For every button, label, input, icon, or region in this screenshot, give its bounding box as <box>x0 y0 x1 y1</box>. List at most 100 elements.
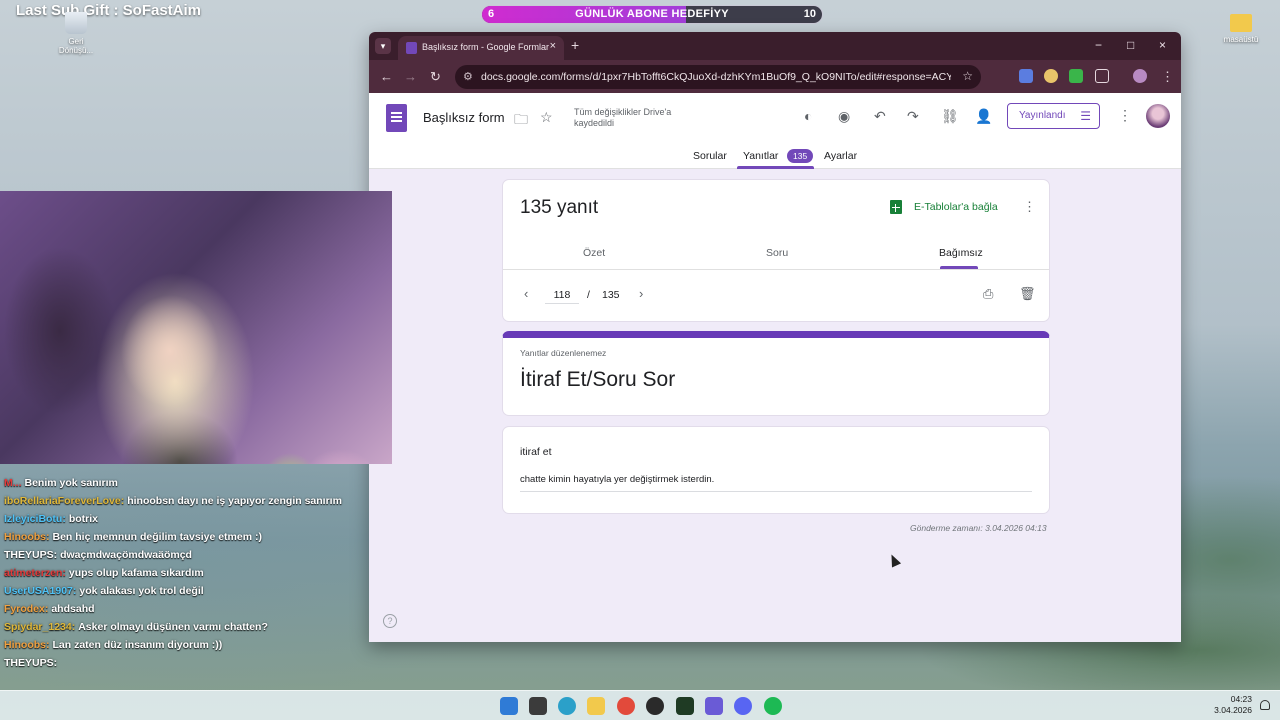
move-folder-icon[interactable]: 🗀 <box>514 109 528 133</box>
pager-separator: / <box>587 289 590 301</box>
question-card: itiraf et chatte kimin hayatıyla yer değ… <box>502 426 1050 514</box>
next-response-icon[interactable]: › <box>639 286 643 301</box>
chat-text: Ben hiç memnun değilim tavsiye etmem :) <box>52 531 262 543</box>
chat-message: THEYUPS: dwaçmdwaçömdwaäömçd <box>0 548 368 562</box>
bookmark-star-icon[interactable]: ☆ <box>962 69 973 83</box>
active-tab-indicator <box>737 166 814 169</box>
save-status: Tüm değişiklikler Drive'a kaydedildi <box>574 107 672 128</box>
form-title-card: Yanıtlar düzenlenemez İtiraf Et/Soru Sor <box>502 331 1050 416</box>
chat-message: Hinoobs: Ben hiç memnun değilim tavsiye e… <box>0 530 368 544</box>
responses-count-title: 135 yanıt <box>520 197 599 218</box>
discord-icon[interactable] <box>734 697 752 715</box>
edge-icon[interactable] <box>558 697 576 715</box>
translate-extension-icon[interactable] <box>1019 69 1033 83</box>
chat-text: botrix <box>68 513 99 525</box>
tab-search-button[interactable]: ▾ <box>375 38 391 54</box>
browser-menu-icon[interactable]: ⋮ <box>1161 69 1174 85</box>
site-info-icon[interactable]: ⚙ <box>463 70 473 83</box>
folder-desktop-icon[interactable]: masaüstü <box>1217 12 1265 44</box>
file-explorer-icon[interactable] <box>587 697 605 715</box>
google-forms-logo-icon[interactable] <box>386 104 407 132</box>
extension-icon[interactable] <box>1044 69 1058 83</box>
published-button[interactable]: Yayınlandı ☰ <box>1007 103 1100 129</box>
tab-question[interactable]: Soru <box>766 247 788 259</box>
customize-theme-icon[interactable]: ◐ <box>804 108 812 124</box>
system-clock[interactable]: 04:23 3.04.2026 <box>1214 694 1252 716</box>
task-view-icon[interactable] <box>529 697 547 715</box>
help-icon[interactable]: ? <box>383 614 397 628</box>
browser-window: ▾ Başlıksız form - Google Formlar × + − … <box>369 32 1181 642</box>
chat-message: Hinoobs: Lan zaten düz insanım diyorum :)… <box>0 638 368 652</box>
subscriber-goal-bar: 6 GÜNLÜK ABONE HEDEFİYY 10 <box>481 5 823 24</box>
extension-icon-green[interactable] <box>1069 69 1083 83</box>
profile-avatar-icon[interactable] <box>1133 69 1147 83</box>
publish-settings-icon: ☰ <box>1080 109 1091 123</box>
responses-card: 135 yanıt E-Tablolar'a bağla ⋮ Özet Soru… <box>502 179 1050 322</box>
tab-close-icon[interactable]: × <box>550 40 556 52</box>
forms-favicon-icon <box>406 42 417 54</box>
back-icon[interactable]: ← <box>380 69 393 84</box>
question-answer: chatte kimin hayatıyla yer değiştirmek i… <box>520 474 1032 492</box>
chat-text: yok alakası yok trol değil <box>79 585 204 597</box>
print-icon[interactable]: ⎙ <box>983 286 993 302</box>
add-collaborator-icon[interactable]: 👤 <box>975 108 992 125</box>
tab-title: Başlıksız form - Google Formlar <box>422 42 550 52</box>
browser-tab-active[interactable]: Başlıksız form - Google Formlar × <box>398 36 564 60</box>
notification-bell-icon[interactable] <box>1260 700 1270 710</box>
tab-summary[interactable]: Özet <box>583 247 605 259</box>
app-icon-green[interactable] <box>676 697 694 715</box>
sheets-icon[interactable] <box>890 200 902 214</box>
new-tab-icon[interactable]: + <box>571 37 579 53</box>
tab-questions[interactable]: Sorular <box>693 150 727 162</box>
chat-text: dwaçmdwaçömdwaäömçd <box>60 549 192 561</box>
form-document-title[interactable]: Başlıksız form <box>423 110 505 125</box>
chat-username: Hinoobs: <box>4 639 50 651</box>
folder-label: masaüstü <box>1223 35 1259 44</box>
recycle-bin-desktop-icon[interactable]: Geri Dönüşü... <box>52 12 100 55</box>
close-window-icon[interactable]: × <box>1159 38 1166 52</box>
start-windows-icon[interactable] <box>500 697 518 715</box>
tab-responses[interactable]: Yanıtlar <box>743 150 778 162</box>
extensions-puzzle-icon[interactable] <box>1095 69 1109 83</box>
chat-username: Spiydar_1234: <box>4 621 76 633</box>
more-options-icon[interactable]: ⋮ <box>1118 107 1132 124</box>
star-icon[interactable]: ☆ <box>540 109 553 126</box>
tab-individual[interactable]: Bağımsız <box>939 247 983 259</box>
submission-timestamp: Gönderme zamanı: 3.04.2026 04:13 <box>910 523 1047 533</box>
chat-text: Asker olmayı düşünen varmı chatten? <box>78 621 268 633</box>
previous-response-icon[interactable]: ‹ <box>524 286 528 301</box>
goal-title: GÜNLÜK ABONE HEDEFİYY <box>575 8 729 20</box>
forward-icon[interactable]: → <box>404 69 417 84</box>
link-to-sheets-button[interactable]: E-Tablolar'a bağla <box>914 201 998 213</box>
response-number-input[interactable] <box>545 286 579 304</box>
delete-icon[interactable]: 🗑 <box>1019 286 1036 302</box>
avatar[interactable] <box>1146 104 1170 128</box>
chat-text: hinoobsn dayı ne iş yapıyor zengin sanır… <box>127 495 342 507</box>
minimize-icon[interactable]: − <box>1095 38 1102 52</box>
redo-icon[interactable]: ↷ <box>907 108 919 125</box>
chat-text: ahdsahd <box>51 603 95 615</box>
twitch-icon[interactable] <box>705 697 723 715</box>
chat-message: iboRellariaForeverLove: hinoobsn dayı ne … <box>0 494 368 508</box>
divider <box>503 269 1049 270</box>
published-label: Yayınlandı <box>1019 110 1066 121</box>
spotify-icon[interactable] <box>764 697 782 715</box>
copy-link-icon[interactable]: ⛓ <box>941 108 959 125</box>
url-omnibox[interactable]: ⚙ docs.google.com/forms/d/1pxr7HbTofft6C… <box>455 65 981 89</box>
chat-message: Fyrodex: ahdsahd <box>0 602 368 616</box>
question-title: itiraf et <box>520 446 552 458</box>
tab-strip: ▾ Başlıksız form - Google Formlar × + − … <box>369 32 1181 60</box>
obs-icon[interactable] <box>646 697 664 715</box>
reload-icon[interactable]: ↻ <box>430 69 441 85</box>
chat-username: THEYUPS: <box>4 549 58 561</box>
tab-settings[interactable]: Ayarlar <box>824 150 857 162</box>
maximize-icon[interactable]: □ <box>1127 38 1134 52</box>
chat-message: IzleyiciBotu: botrix <box>0 512 368 526</box>
chat-text: Lan zaten düz insanım diyorum :)) <box>52 639 223 651</box>
chrome-icon[interactable] <box>617 697 635 715</box>
preview-eye-icon[interactable]: ◉ <box>838 108 850 125</box>
url-text: docs.google.com/forms/d/1pxr7HbTofft6CkQ… <box>481 71 951 83</box>
responses-more-icon[interactable]: ⋮ <box>1023 199 1036 215</box>
undo-icon[interactable]: ↶ <box>874 108 886 125</box>
recycle-bin-icon <box>65 12 87 34</box>
